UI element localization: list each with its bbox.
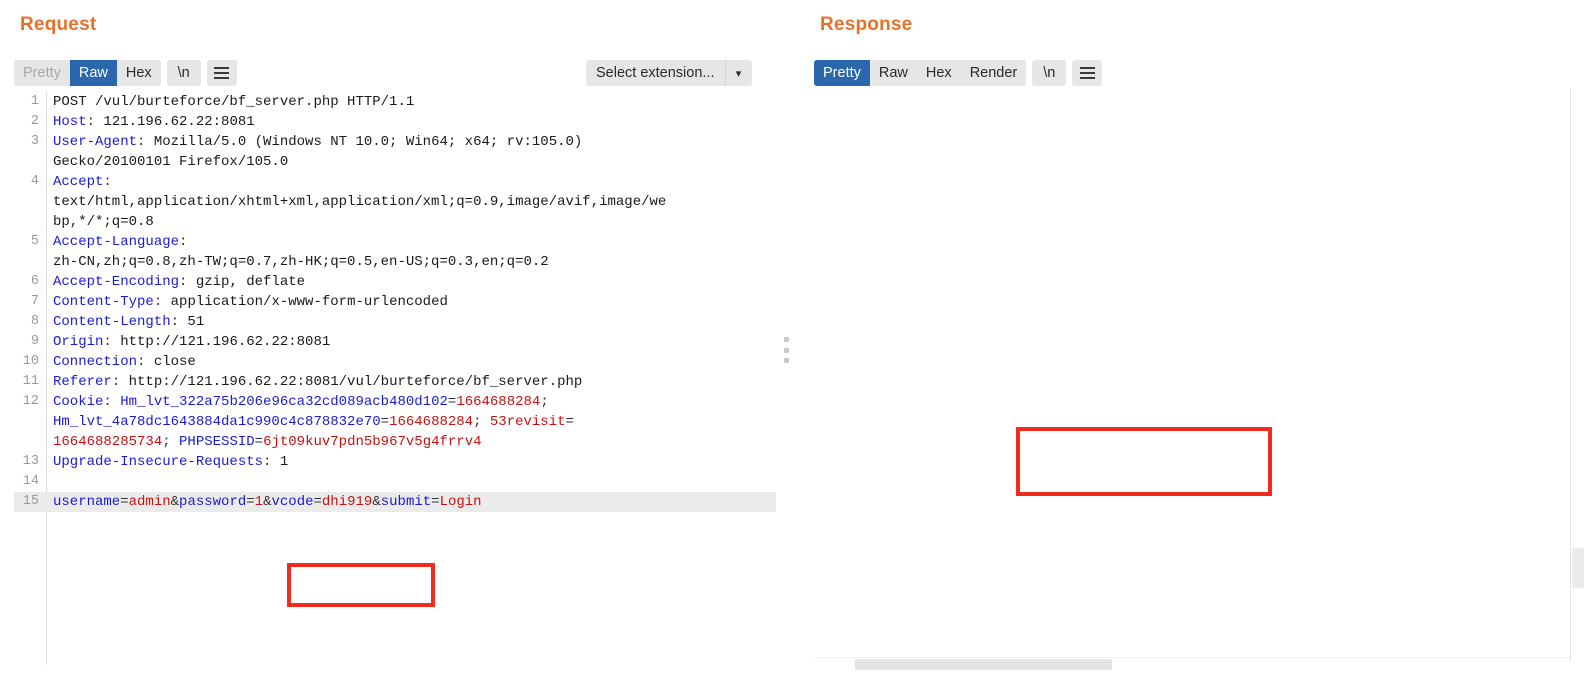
code-line[interactable]: text/html,application/xhtml+xml,applicat… [14,192,776,212]
code-line-text: zh-CN,zh;q=0.8,zh-TW;q=0.7,zh-HK;q=0.5,e… [53,254,549,270]
line-number: 10 [22,354,39,369]
code-line[interactable]: 11 Referer: http://121.196.62.22:8081/vul… [14,372,776,392]
code-line-text: bp,*/*;q=0.8 [53,214,154,230]
code-line-text: Origin: http://121.196.62.22:8081 [53,334,331,350]
code-line-text: 1664688285734; PHPSESSID=6jt09kuv7pdn5b9… [53,434,482,450]
code-line-text: Hm_lvt_4a78dc1643884da1c990c4c878832e70=… [53,414,574,430]
code-line[interactable]: 2 Host: 121.196.62.22:8081 [14,112,776,132]
hamburger-icon [214,67,230,79]
request-menu-icon[interactable] [206,60,237,86]
code-line[interactable]: 5 Accept-Language: [14,232,776,252]
code-line[interactable]: Gecko/20100101 Firefox/105.0 [14,152,776,172]
code-line[interactable]: 7 Content-Type: application/x-www-form-ur… [14,292,776,312]
code-line-text: Cookie: Hm_lvt_322a75b206e96ca32cd089acb… [53,394,549,410]
code-line[interactable]: 3 User-Agent: Mozilla/5.0 (Windows NT 10.… [14,132,776,152]
response-horizontal-scrollbar[interactable] [855,658,1570,671]
request-code-editor[interactable]: 1 POST /vul/burteforce/bf_server.php HTTP… [14,92,776,665]
line-number: 12 [22,394,39,409]
response-menu-icon[interactable] [1072,60,1103,86]
line-number: 11 [22,374,39,389]
code-line-text: Content-Type: application/x-www-form-url… [53,294,448,310]
code-line-text: text/html,application/xhtml+xml,applicat… [53,194,667,210]
line-number: 14 [22,474,39,489]
response-tab-pretty[interactable]: Pretty [814,60,870,86]
line-number [14,212,46,232]
code-line-text: User-Agent: Mozilla/5.0 (Windows NT 10.0… [53,134,583,150]
response-panel: Response Pretty Raw Hex Render \n 933<la… [800,0,1590,686]
code-line-text: Accept: [53,174,112,190]
line-number: 1 [30,94,39,109]
request-tab-pretty[interactable]: Pretty [14,60,70,86]
code-line-text: Host: 121.196.62.22:8081 [53,114,255,130]
code-line-text: Accept-Language: [53,234,188,250]
response-format-tabs[interactable]: Pretty Raw Hex Render [814,60,1027,86]
code-line-text: Upgrade-Insecure-Requests: 1 [53,454,289,470]
code-line[interactable]: 9 Origin: http://121.196.62.22:8081 [14,332,776,352]
hamburger-icon [1079,67,1095,79]
panel-splitter-handle[interactable] [783,337,789,363]
code-line-text: Gecko/20100101 Firefox/105.0 [53,154,289,170]
line-number: 9 [30,334,39,349]
line-number [14,432,46,452]
code-line-text: username=admin&password=1&vcode=dhi919&s… [53,494,482,510]
response-vertical-scrollbar-thumb[interactable] [1572,548,1584,588]
response-vertical-scrollbar[interactable] [1570,88,1585,661]
response-tab-hex[interactable]: Hex [916,60,961,86]
code-line-text: POST /vul/burteforce/bf_server.php HTTP/… [53,94,415,110]
line-number [14,192,46,212]
response-tab-render[interactable]: Render [960,60,1027,86]
code-line[interactable]: 13 Upgrade-Insecure-Requests: 1 [14,452,776,472]
request-panel: Request Pretty Raw Hex \n Select extensi… [0,0,790,686]
response-tab-strip[interactable]: Pretty Raw Hex Render \n [814,60,1103,86]
line-number: 3 [30,134,39,149]
line-number: 15 [22,494,39,509]
burp-suite-request-response-viewer: Request Pretty Raw Hex \n Select extensi… [0,0,1590,686]
code-line[interactable]: 4 Accept: [14,172,776,192]
tab-spacer [201,60,207,86]
code-line[interactable]: 6 Accept-Encoding: gzip, deflate [14,272,776,292]
code-line-text: Referer: http://121.196.62.22:8081/vul/b… [53,374,583,390]
response-panel-title: Response [820,14,913,35]
code-line[interactable]: 8 Content-Length: 51 [14,312,776,332]
response-horizontal-scrollbar-thumb[interactable] [855,659,1112,670]
line-number: 8 [30,314,39,329]
line-number: 13 [22,454,39,469]
code-line[interactable]: bp,*/*;q=0.8 [14,212,776,232]
tab-spacer [161,60,167,86]
code-line-text: Connection: close [53,354,196,370]
request-tab-raw[interactable]: Raw [69,60,117,86]
response-tab-raw[interactable]: Raw [869,60,917,86]
code-line[interactable]: 1664688285734; PHPSESSID=6jt09kuv7pdn5b9… [14,432,776,452]
request-tab-strip[interactable]: Pretty Raw Hex \n [14,60,237,86]
select-extension-dropdown[interactable]: Select extension... ▾ [586,60,752,86]
code-line[interactable]: zh-CN,zh;q=0.8,zh-TW;q=0.7,zh-HK;q=0.5,e… [14,252,776,272]
line-number: 6 [30,274,39,289]
line-number [14,412,46,432]
request-tab-hex[interactable]: Hex [116,60,161,86]
line-number: 2 [30,114,39,129]
code-line[interactable]: 14 [14,472,776,492]
line-number: 4 [30,174,39,189]
code-line[interactable]: Hm_lvt_4a78dc1643884da1c990c4c878832e70=… [14,412,776,432]
code-line-text: Accept-Encoding: gzip, deflate [53,274,306,290]
request-panel-title: Request [20,14,97,35]
request-newline-button[interactable]: \n [166,60,201,86]
code-line[interactable]: 10 Connection: close [14,352,776,372]
select-extension-label: Select extension... [596,65,715,81]
line-number [14,152,46,172]
code-line[interactable]: 12 Cookie: Hm_lvt_322a75b206e96ca32cd089a… [14,392,776,412]
code-line-text: Content-Length: 51 [53,314,205,330]
line-number: 7 [30,294,39,309]
response-newline-button[interactable]: \n [1032,60,1067,86]
line-number [14,252,46,272]
request-format-tabs[interactable]: Pretty Raw Hex [14,60,161,86]
chevron-down-icon[interactable]: ▾ [724,60,752,86]
line-number: 5 [30,234,39,249]
code-line[interactable]: 1 POST /vul/burteforce/bf_server.php HTTP… [14,92,776,112]
code-line[interactable]: 15 username=admin&password=1&vcode=dhi919… [14,492,776,512]
